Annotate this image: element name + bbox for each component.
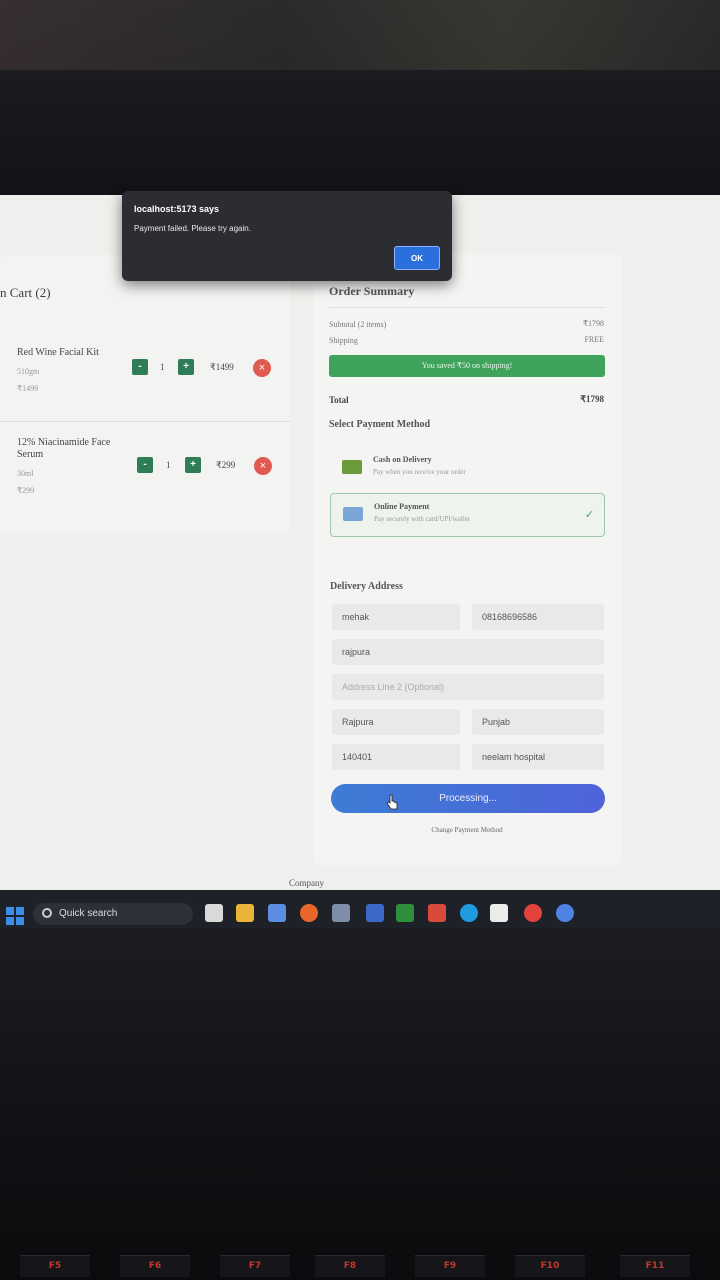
shipping-value: FREE (584, 335, 604, 344)
app-icon[interactable] (490, 904, 508, 922)
payment-option-cod[interactable]: Cash on Delivery Pay when you receive yo… (330, 447, 605, 491)
function-key: F8 (315, 1255, 385, 1277)
store-icon[interactable] (332, 904, 350, 922)
address-line1-field[interactable]: rajpura (332, 639, 604, 665)
decrease-qty-button[interactable]: - (132, 359, 148, 375)
total-label: Total (329, 395, 349, 405)
footer-company-heading: Company (289, 878, 324, 888)
hand-cursor-icon (386, 794, 398, 810)
windows-taskbar: Quick search (0, 890, 720, 930)
firefox-icon[interactable] (300, 904, 318, 922)
subtotal-label: Subtotal (2 items) (329, 320, 387, 329)
summary-divider (329, 307, 605, 308)
dialog-title: localhost:5173 says (134, 204, 220, 214)
subtotal-value: ₹1798 (582, 319, 604, 328)
copilot-icon[interactable] (268, 904, 286, 922)
chrome-icon[interactable] (524, 904, 542, 922)
increase-qty-button[interactable]: + (178, 359, 194, 375)
payment-method-heading: Select Payment Method (329, 419, 431, 430)
state-field[interactable]: Punjab (472, 709, 604, 735)
function-key-row: F5 F6 F7 F8 F9 F10 F11 (0, 1255, 720, 1280)
monitor-bezel-top (0, 0, 720, 195)
function-key: F6 (120, 1255, 190, 1277)
function-key: F5 (20, 1255, 90, 1277)
shipping-savings-banner: You saved ₹50 on shipping! (329, 355, 605, 377)
edge-icon[interactable] (460, 904, 478, 922)
line-price: ₹1499 (210, 362, 234, 372)
order-summary-title: Order Summary (329, 284, 415, 298)
payment-option-title: Cash on Delivery (373, 455, 432, 464)
payment-option-title: Online Payment (374, 502, 430, 511)
payment-option-subtitle: Pay when you receive your order (373, 468, 466, 476)
cart-item-name: Red Wine Facial Kit (17, 347, 99, 358)
cash-icon (342, 460, 362, 474)
file-explorer-icon[interactable] (236, 904, 254, 922)
phone-field[interactable]: 08168696586 (472, 604, 604, 630)
landmark-field[interactable]: neelam hospital (472, 744, 604, 770)
total-value: ₹1798 (580, 394, 604, 404)
change-payment-method-link[interactable]: Change Payment Method (330, 826, 604, 834)
dialog-ok-button[interactable]: OK (394, 246, 440, 270)
shipping-label: Shipping (329, 336, 358, 345)
function-key: F10 (515, 1255, 585, 1277)
cart-item-unit-price: ₹1499 (17, 384, 39, 393)
pincode-field[interactable]: 140401 (332, 744, 460, 770)
check-icon: ✓ (584, 509, 594, 521)
quantity-value: 1 (166, 460, 171, 470)
search-icon (42, 908, 52, 918)
name-field[interactable]: mehak (332, 604, 460, 630)
cart-item-size: 30ml (17, 469, 34, 478)
app-icon[interactable] (366, 904, 384, 922)
cart-item-size: 510gm (17, 367, 40, 376)
cart-item-name: 12% Niacinamide Face Serum (17, 437, 111, 460)
increase-qty-button[interactable]: + (185, 457, 201, 473)
laptop-keyboard-area (0, 928, 720, 1280)
task-view-icon[interactable] (205, 904, 223, 922)
windows-start-icon[interactable] (6, 907, 24, 925)
quantity-value: 1 (160, 362, 165, 372)
payment-option-subtitle: Pay securely with card/UPI/wallet (374, 515, 470, 523)
cart-title: n Cart (2) (0, 285, 51, 300)
cart-item-unit-price: ₹299 (17, 486, 35, 495)
xbox-icon[interactable] (396, 904, 414, 922)
credit-card-icon (343, 507, 363, 521)
order-summary-panel (313, 253, 622, 865)
remove-item-button[interactable]: × (253, 359, 271, 377)
item-divider (0, 421, 290, 422)
city-field[interactable]: Rajpura (332, 709, 460, 735)
browser-viewport: n Cart (2) Red Wine Facial Kit 510gm ₹14… (0, 195, 720, 890)
payment-option-online[interactable]: Online Payment Pay securely with card/UP… (330, 493, 605, 537)
function-key: F7 (220, 1255, 290, 1277)
function-key: F9 (415, 1255, 485, 1277)
app-icon[interactable] (428, 904, 446, 922)
alert-dialog: localhost:5173 says Payment failed. Plea… (122, 191, 452, 281)
chrome-icon[interactable] (556, 904, 574, 922)
decrease-qty-button[interactable]: - (137, 457, 153, 473)
processing-button[interactable]: Processing... (331, 784, 605, 813)
function-key: F11 (620, 1255, 690, 1277)
remove-item-button[interactable]: × (254, 457, 272, 475)
line-price: ₹299 (216, 460, 236, 470)
taskbar-search-label: Quick search (59, 908, 118, 919)
address-line2-field[interactable]: Address Line 2 (Optional) (332, 674, 604, 700)
dialog-message: Payment failed. Please try again. (134, 224, 251, 233)
delivery-address-heading: Delivery Address (330, 581, 403, 592)
taskbar-search[interactable]: Quick search (33, 903, 193, 925)
